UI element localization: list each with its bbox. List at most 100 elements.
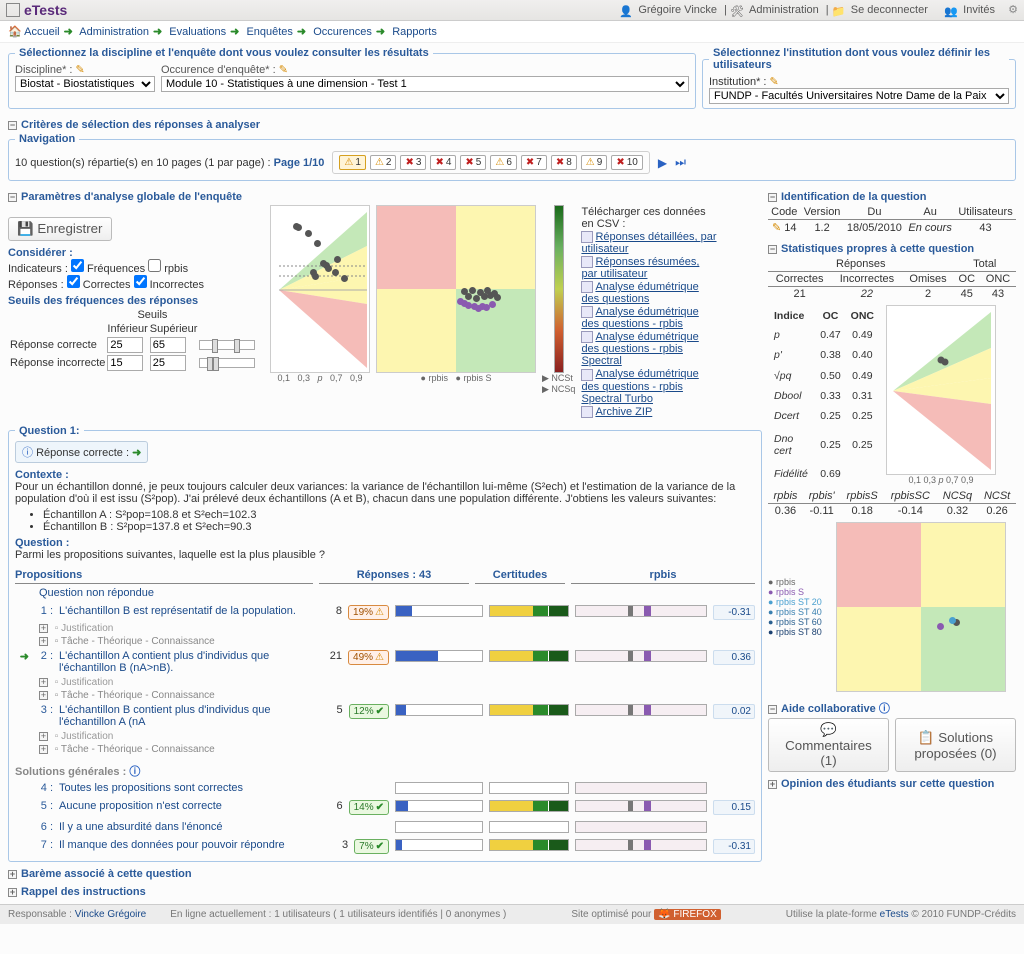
toggle-criteria[interactable]: − [8,121,17,130]
correct-answer-badge: ⓘ Réponse correcte : ➜ [15,441,148,463]
crumb-1[interactable]: Administration [79,26,149,38]
quad-chart-question [836,522,1006,692]
admin-link[interactable]: Administration [749,4,819,16]
user-name-link[interactable]: Grégoire Vincke [638,4,717,16]
institution-select[interactable]: FUNDP - Facultés Universitaires Notre Da… [709,88,1009,104]
info-icon[interactable]: ⓘ [129,766,140,778]
info-icon[interactable]: ⓘ [879,703,890,715]
comments-button[interactable]: 💬 Commentaires (1) [768,718,889,772]
pencil-icon[interactable]: ✎ [772,222,781,234]
quad-legend: ● rpbis ● rpbis S ● rpbis ST 20 ● rpbis … [768,522,830,692]
incorrect-sup-input[interactable] [150,355,186,371]
correct-checkbox[interactable] [67,275,80,288]
user-bar: 👤 Grégoire Vincke | 🛠 Administration | 📁… [619,3,1018,16]
toggle-taxo[interactable]: + [39,637,48,646]
solutions-button[interactable]: 📋 Solutions proposées (0) [895,718,1016,772]
resp-link[interactable]: Vincke Grégoire [75,909,147,920]
crumb-3[interactable]: Enquêtes [246,26,292,38]
toggle-ident[interactable]: − [768,193,777,202]
incorrect-slider[interactable] [199,358,255,368]
toggle-taxo[interactable]: + [39,745,48,754]
params-title: Paramètres d'analyse globale de l'enquêt… [21,191,242,203]
download-list: Télécharger ces données en CSV : Réponse… [581,205,717,419]
pager-q4[interactable]: ✖ 4 [430,155,456,170]
pct-badge: 49% ⚠ [348,650,389,665]
kite-chart-global: 0,1 0,3 p 0,7 0,9 [270,205,370,419]
dl-link-3[interactable]: Analyse édumétrique des questions - rpbi… [581,306,698,330]
dl-link-0[interactable]: Réponses détaillées, par utilisateur [581,231,716,255]
pencil-icon: ✎ [76,64,85,76]
crumb-5[interactable]: Rapports [392,26,437,38]
context-label: Contexte : [15,469,755,481]
question-fieldset: Question 1: ⓘ Réponse correcte : ➜ Conte… [8,425,762,862]
etests-link[interactable]: eTests [880,909,909,920]
incorrect-inf-input[interactable] [107,355,143,371]
dl-link-6[interactable]: Archive ZIP [595,406,652,418]
bareme-title: Barème associé à cette question [21,868,192,880]
next-page-icon[interactable]: ▶ [658,156,667,170]
toggle-justif[interactable]: + [39,732,48,741]
toggle-justif[interactable]: + [39,678,48,687]
nav-legend: Navigation [15,133,79,145]
dl-link-2[interactable]: Analyse édumétrique des questions [581,281,698,305]
crumb-0[interactable]: Accueil [24,26,59,38]
toggle-opinion[interactable]: + [768,780,777,789]
indicators-label: Indicateurs : [8,263,68,275]
dl-link-1[interactable]: Réponses résumées, par utilisateur [581,256,699,280]
pager-q7[interactable]: ✖ 7 [521,155,547,170]
ident-table: CodeVersionDuAuUtilisateurs ✎ 14 1.2 18/… [768,205,1016,235]
save-button[interactable]: 💾 Enregistrer [8,217,112,241]
last-page-icon[interactable]: ⏭ [675,155,686,170]
question-text: Parmi les propositions suivantes, laquel… [15,549,755,561]
toggle-qstats[interactable]: − [768,245,777,254]
user-icon: 👤 [619,5,631,17]
dl-link-5[interactable]: Analyse édumétrique des questions - rpbi… [581,368,698,404]
pencil-icon: ✎ [279,64,288,76]
toggle-taxo[interactable]: + [39,691,48,700]
solgen-label: Solutions générales : [15,766,126,778]
pager-q9[interactable]: ⚠ 9 [581,155,608,170]
pager-q10[interactable]: ✖ 10 [611,155,643,170]
pager-q3[interactable]: ✖ 3 [400,155,426,170]
occurence-select[interactable]: Module 10 - Statistiques à une dimension… [161,76,689,92]
crumb-2[interactable]: Evaluations [169,26,226,38]
consider-label: Considérer : [8,247,264,259]
csv-icon [581,281,593,293]
settings-icon[interactable]: ⚙ [1008,4,1018,16]
toggle-justif[interactable]: + [39,624,48,633]
institution-label: Institution* : [709,76,766,88]
rpbis-checkbox[interactable] [148,259,161,272]
opinion-title: Opinion des étudiants sur cette question [781,778,994,790]
pager-q8[interactable]: ✖ 8 [551,155,577,170]
toggle-bareme[interactable]: + [8,870,17,879]
rpbis-value: -0.31 [713,605,755,620]
toggle-collab[interactable]: − [768,705,777,714]
guests-link[interactable]: Invités [963,4,995,16]
correct-sup-input[interactable] [150,337,186,353]
context-text: Pour un échantillon donné, je peux toujo… [15,481,755,505]
pager-q5[interactable]: ✖ 5 [460,155,486,170]
gen-row: 4 : Toutes les propositions sont correct… [15,779,755,797]
pager-q6[interactable]: ⚠ 6 [490,155,517,170]
logout-link[interactable]: Se deconnecter [851,4,928,16]
kite-chart-question: 0,1 0,3 p 0,7 0,9 [886,305,996,485]
freq-checkbox[interactable] [71,259,84,272]
prop-row: 1 : L'échantillon B est représentatif de… [15,602,755,623]
csv-icon [581,256,593,268]
correct-inf-input[interactable] [107,337,143,353]
rpbis-table: rpbisrpbis'rpbisSrpbisSCNCSqNCSt 0.36-0.… [768,489,1016,518]
pager-q2[interactable]: ⚠ 2 [370,155,397,170]
dl-link-4[interactable]: Analyse édumétrique des questions - rpbi… [581,331,698,367]
gen-row: 7 : Il manque des données pour pouvoir r… [15,836,755,857]
discipline-select[interactable]: Biostat - Biostatistiques [15,76,155,92]
toggle-params[interactable]: − [8,193,17,202]
gen-text: Aucune proposition n'est correcte [59,800,317,812]
correct-slider[interactable] [199,340,255,350]
selector-legend: Sélectionnez la discipline et l'enquête … [15,47,433,59]
incorrect-checkbox[interactable] [134,275,147,288]
pager-q1[interactable]: ⚠ 1 [339,155,366,170]
indices-table: IndiceOCONC p0.470.49p'0.380.40√pq0.500.… [768,305,880,485]
crumb-4[interactable]: Occurences [313,26,372,38]
prop-text: L'échantillon B contient plus d'individu… [59,704,317,728]
toggle-rappel[interactable]: + [8,888,17,897]
